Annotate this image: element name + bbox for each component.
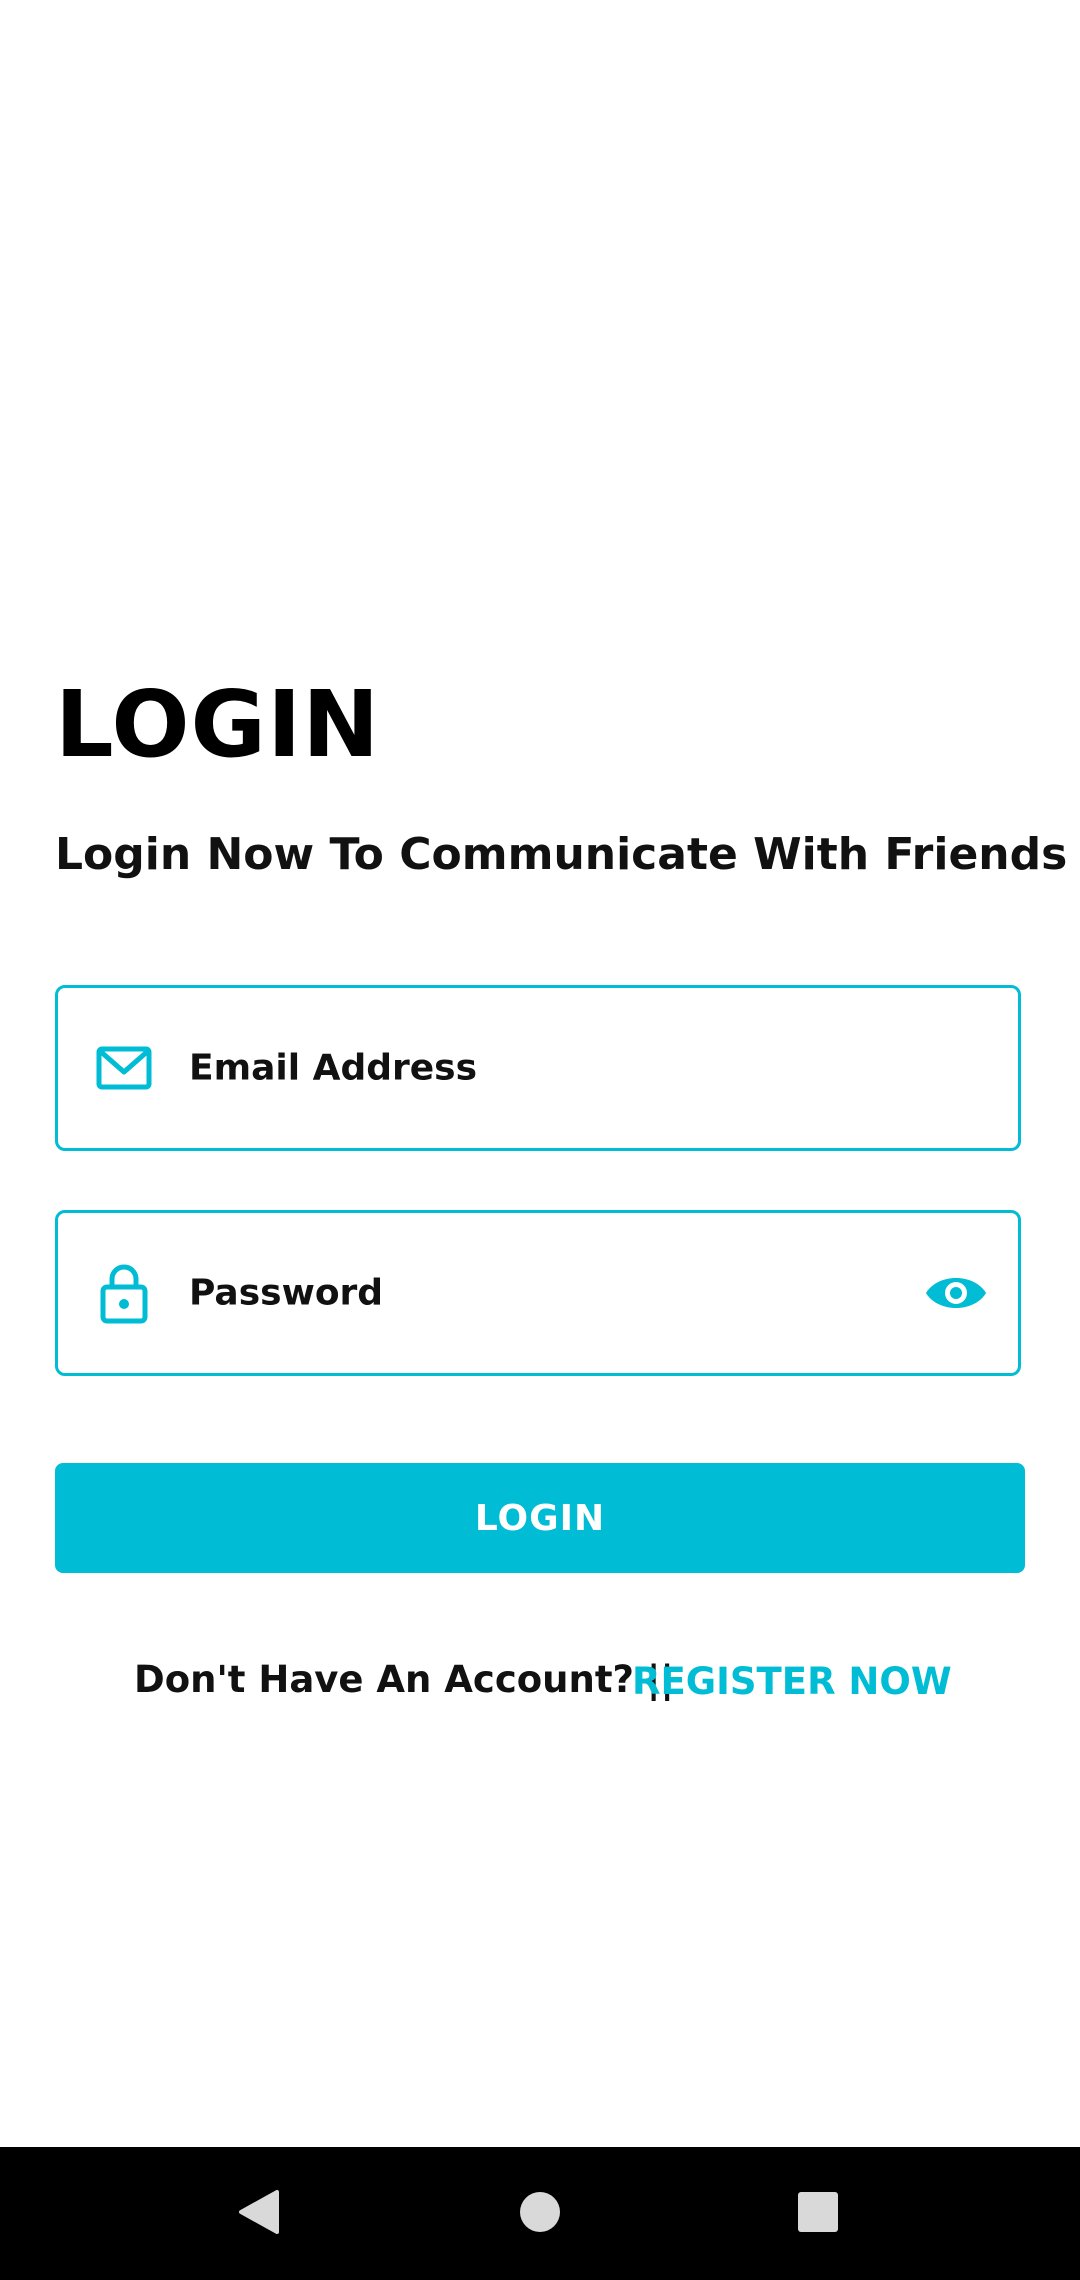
home-circle-icon [519,2191,561,2237]
account-prompt: Don't Have An Account? || [134,1658,674,1701]
eye-icon[interactable] [924,1271,988,1315]
page-title: LOGIN [55,671,381,778]
back-triangle-icon [237,2188,281,2240]
system-navigation-bar [0,2147,1080,2280]
email-placeholder: Email Address [189,1047,478,1089]
recents-square-icon [797,2191,839,2237]
home-button[interactable] [480,2147,600,2280]
email-field[interactable]: Email Address [55,985,1021,1151]
register-now-link[interactable]: REGISTER NOW [632,1652,952,1712]
password-field[interactable]: Password [55,1210,1021,1376]
mail-icon [94,1036,154,1100]
recents-button[interactable] [758,2147,878,2280]
page-subtitle: Login Now To Communicate With Friends [55,829,1068,880]
password-placeholder: Password [189,1272,384,1314]
back-button[interactable] [199,2147,319,2280]
register-row: Don't Have An Account? || REGISTER NOW [0,1650,1080,1710]
login-screen: LOGIN Login Now To Communicate With Frie… [0,0,1080,2280]
login-button[interactable]: LOGIN [55,1463,1025,1573]
lock-icon [94,1261,154,1325]
